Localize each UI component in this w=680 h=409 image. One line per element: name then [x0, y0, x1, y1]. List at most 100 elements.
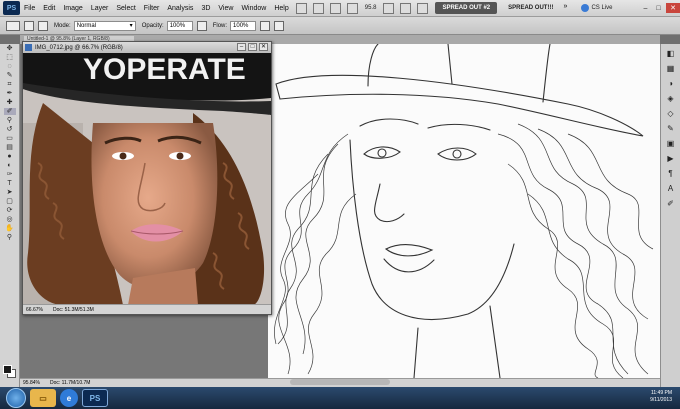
- panel-dock: ◧ ▦ ◑ ◈ ◇ ✎ ▣ ▶ ¶ A ✐: [660, 44, 680, 390]
- layers-panel-icon[interactable]: ◈: [665, 94, 677, 104]
- paths-panel-icon[interactable]: ✎: [665, 124, 677, 134]
- lasso-tool-icon[interactable]: ◌: [4, 63, 16, 70]
- menu-window[interactable]: Window: [237, 5, 270, 12]
- sketch-canvas[interactable]: [268, 43, 660, 379]
- 3d-camera-tool-icon[interactable]: ◎: [4, 216, 16, 223]
- zoom-level[interactable]: 95.8: [365, 5, 377, 11]
- menu-view[interactable]: View: [214, 5, 237, 12]
- gradient-tool-icon[interactable]: ▤: [4, 144, 16, 151]
- arrange-documents-icon[interactable]: [400, 2, 412, 14]
- status-zoom[interactable]: 95.84%: [23, 380, 40, 386]
- menu-filter[interactable]: Filter: [140, 5, 164, 12]
- swatches-panel-icon[interactable]: ▦: [665, 64, 677, 74]
- photo-doc-size: Doc: 51.3M/51.3M: [52, 306, 94, 313]
- menu-select[interactable]: Select: [112, 5, 139, 12]
- internet-explorer-taskbar-icon[interactable]: e: [60, 389, 78, 407]
- crop-tool-icon[interactable]: ⌗: [4, 81, 16, 88]
- photo-zoom[interactable]: 66.67%: [26, 307, 43, 313]
- flow-value: 100%: [233, 22, 249, 29]
- brush-panel-icon[interactable]: [38, 20, 48, 31]
- history-brush-tool-icon[interactable]: ↺: [4, 126, 16, 133]
- menu-analysis[interactable]: Analysis: [163, 5, 197, 12]
- brush-preset-icon[interactable]: [6, 20, 20, 31]
- mini-bridge-icon[interactable]: [312, 2, 324, 14]
- view-extras-icon[interactable]: [383, 2, 395, 14]
- photo-status-bar: 66.67% Doc: 51.3M/51.3M: [23, 304, 271, 314]
- pressure-opacity-icon[interactable]: [196, 20, 207, 31]
- channels-panel-icon[interactable]: ◇: [665, 109, 677, 119]
- 3d-rotate-tool-icon[interactable]: ⟳: [4, 207, 16, 214]
- minimize-button[interactable]: –: [640, 3, 651, 13]
- reference-photo-window[interactable]: IMG_0712.jpg @ 66.7% (RGB/8) – □ ✕ YOPER…: [22, 41, 272, 315]
- clock-time: 11:49 PM: [650, 390, 672, 396]
- photo-window-titlebar[interactable]: IMG_0712.jpg @ 66.7% (RGB/8) – □ ✕: [23, 42, 271, 53]
- opacity-label: Opacity:: [141, 22, 164, 29]
- explorer-taskbar-icon[interactable]: ▭: [30, 389, 56, 407]
- zoom-tool-icon[interactable]: ⚲: [4, 234, 16, 241]
- character-panel-icon[interactable]: A: [665, 184, 677, 194]
- history-panel-icon[interactable]: ▣: [665, 139, 677, 149]
- sketch-drawing: [274, 43, 654, 379]
- pen-tool-icon[interactable]: ✑: [4, 171, 16, 178]
- screen-mode-icon[interactable]: [417, 2, 429, 14]
- actions-panel-icon[interactable]: ▶: [665, 154, 677, 164]
- horizontal-scrollbar[interactable]: [290, 379, 390, 385]
- photo-image: YOPERATE: [23, 53, 271, 305]
- cs-live-button[interactable]: CS Live: [581, 4, 612, 12]
- workspace-spread-out[interactable]: SPREAD OUT!!!: [501, 2, 560, 14]
- paragraph-panel-icon[interactable]: ¶: [665, 169, 677, 179]
- color-panel-icon[interactable]: ◧: [665, 49, 677, 59]
- airbrush-icon[interactable]: [260, 20, 271, 31]
- chevron-down-icon: ▾: [129, 23, 133, 29]
- clone-stamp-tool-icon[interactable]: ⚲: [4, 117, 16, 124]
- menu-file[interactable]: File: [20, 5, 39, 12]
- menu-image[interactable]: Image: [59, 5, 86, 12]
- pressure-size-icon[interactable]: [274, 20, 285, 31]
- workspace-more-icon[interactable]: »: [563, 3, 570, 14]
- flow-input[interactable]: 100%: [230, 20, 257, 31]
- photo-minimize-button[interactable]: –: [237, 43, 246, 51]
- adjustments-panel-icon[interactable]: ◑: [665, 79, 677, 89]
- hand-tool-icon[interactable]: ✋: [4, 225, 16, 232]
- brush-tool-icon[interactable]: ✐: [3, 108, 16, 115]
- eraser-tool-icon[interactable]: ▭: [4, 135, 16, 142]
- blur-tool-icon[interactable]: ●: [4, 153, 16, 160]
- close-button[interactable]: ✕: [666, 3, 680, 13]
- path-select-tool-icon[interactable]: ➤: [4, 189, 16, 196]
- photo-window-controls: – □ ✕: [237, 43, 268, 51]
- healing-brush-tool-icon[interactable]: ✚: [4, 99, 16, 106]
- menu-layer[interactable]: Layer: [87, 5, 113, 12]
- mode-label: Mode:: [54, 22, 71, 29]
- zoom-tool-icon[interactable]: [346, 2, 358, 14]
- menu-edit[interactable]: Edit: [39, 5, 59, 12]
- photo-maximize-button[interactable]: □: [248, 43, 257, 51]
- photoshop-logo-icon[interactable]: PS: [3, 1, 20, 15]
- workspace-spread-out-2[interactable]: SPREAD OUT #2: [435, 2, 498, 14]
- maximize-button[interactable]: □: [653, 3, 664, 13]
- foreground-color-swatch[interactable]: [3, 365, 12, 374]
- mode-select[interactable]: Normal ▾: [73, 20, 136, 31]
- windows-taskbar: ▭ e PS 11:49 PM 9/11/2013: [0, 387, 680, 409]
- start-button-icon[interactable]: [6, 388, 26, 408]
- menu-bar: PS File Edit Image Layer Select Filter A…: [0, 0, 680, 17]
- menu-3d[interactable]: 3D: [197, 5, 214, 12]
- eyedropper-tool-icon[interactable]: ✒: [4, 90, 16, 97]
- quick-select-tool-icon[interactable]: ✎: [4, 72, 16, 79]
- system-clock[interactable]: 11:49 PM 9/11/2013: [650, 390, 672, 404]
- bridge-icon[interactable]: [295, 2, 307, 14]
- menu-help[interactable]: Help: [270, 5, 292, 12]
- photoshop-taskbar-icon[interactable]: PS: [82, 389, 108, 407]
- hand-tool-icon[interactable]: [329, 2, 341, 14]
- move-tool-icon[interactable]: ✥: [4, 45, 16, 52]
- document-icon: [25, 44, 32, 51]
- brush-panel-icon[interactable]: ✐: [665, 199, 677, 209]
- dodge-tool-icon[interactable]: ◐: [4, 162, 16, 169]
- type-tool-icon[interactable]: T: [4, 180, 16, 187]
- marquee-tool-icon[interactable]: ⬚: [4, 54, 16, 61]
- photo-close-button[interactable]: ✕: [259, 43, 268, 51]
- shape-tool-icon[interactable]: ▢: [4, 198, 16, 205]
- mode-value: Normal: [76, 22, 97, 29]
- opacity-input[interactable]: 100%: [166, 20, 193, 31]
- options-bar: Mode: Normal ▾ Opacity: 100% Flow: 100%: [0, 17, 680, 35]
- brush-size-icon[interactable]: [24, 20, 34, 31]
